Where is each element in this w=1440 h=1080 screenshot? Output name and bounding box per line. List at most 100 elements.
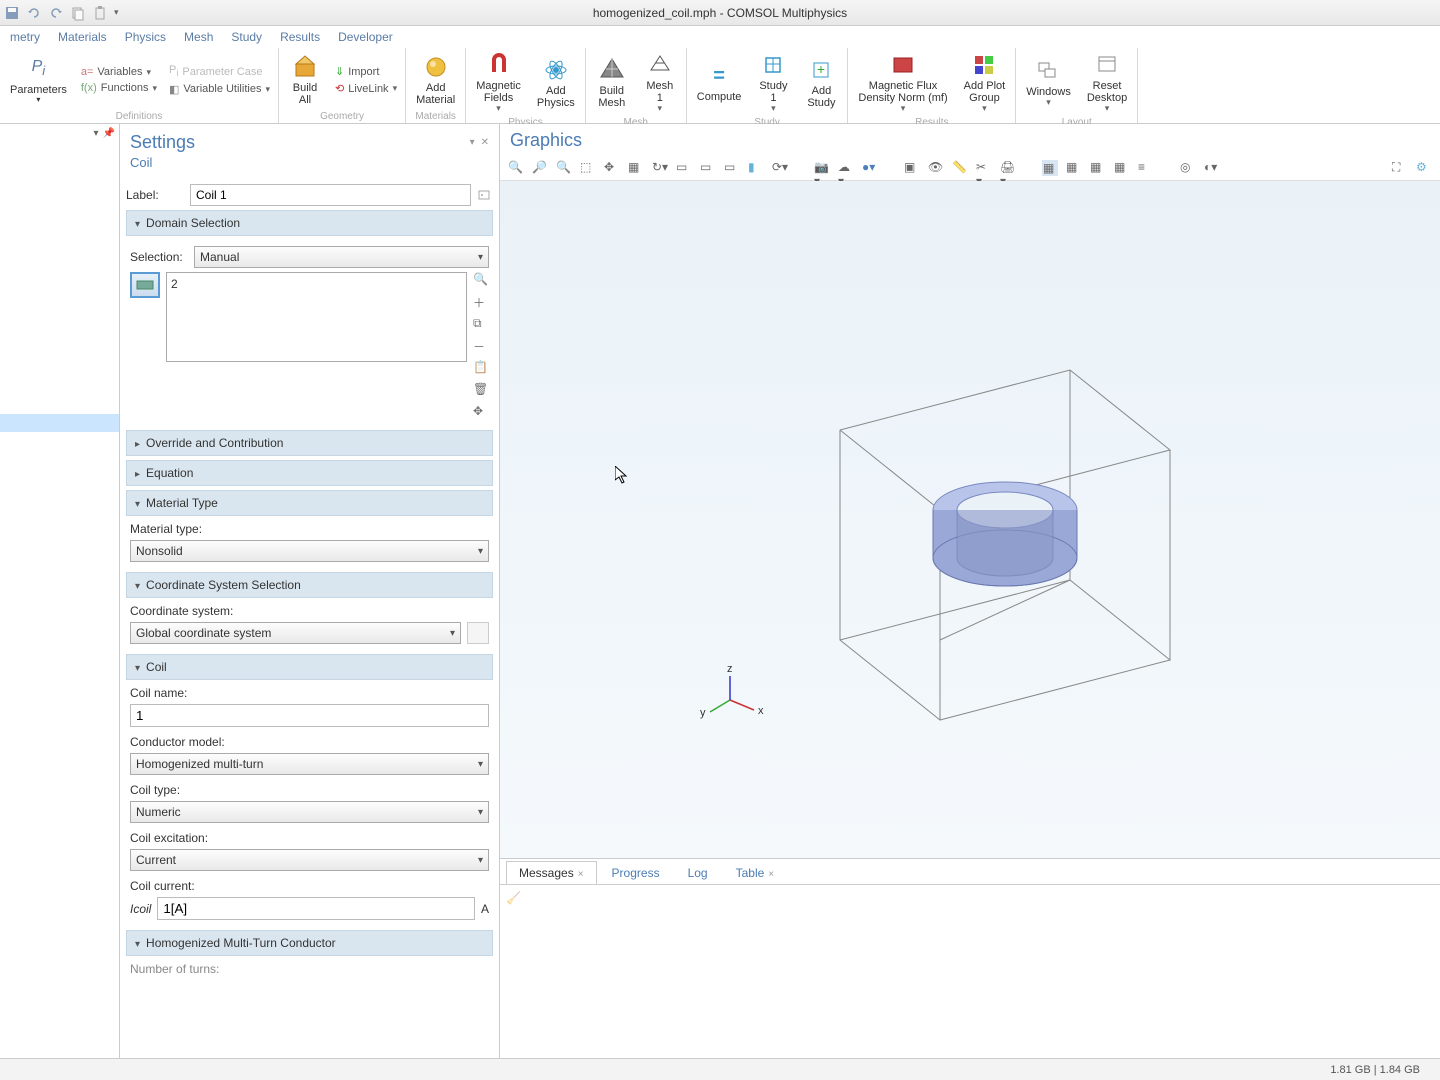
paste-icon[interactable] xyxy=(92,5,108,21)
coord-system-dropdown[interactable]: Global coordinate system xyxy=(130,622,461,644)
view-default-icon[interactable]: ▮ xyxy=(748,160,764,176)
coil-excitation-dropdown[interactable]: Current xyxy=(130,849,489,871)
add-selection-icon[interactable]: ＋ xyxy=(473,294,489,310)
label-tag-icon[interactable] xyxy=(477,187,493,203)
fullscreen-icon[interactable]: ⛶ xyxy=(1392,160,1408,176)
tab-progress[interactable]: Progress xyxy=(599,861,673,884)
material-type-dropdown[interactable]: Nonsolid xyxy=(130,540,489,562)
tab-log[interactable]: Log xyxy=(675,861,721,884)
reset-desktop-button[interactable]: Reset Desktop xyxy=(1081,50,1133,116)
mfdn-button[interactable]: Magnetic Flux Density Norm (mf) xyxy=(852,50,953,116)
redo-icon[interactable] xyxy=(48,5,64,21)
tree-selected-node[interactable] xyxy=(0,414,119,432)
grid-icon[interactable]: ▦ xyxy=(628,160,644,176)
messages-clear-icon[interactable]: 🧹 xyxy=(506,891,521,905)
save-icon[interactable] xyxy=(4,5,20,21)
pan-icon[interactable]: ✥ xyxy=(604,160,620,176)
selection-toggle-icon[interactable] xyxy=(130,272,160,298)
magnetic-fields-button[interactable]: Magnetic Fields xyxy=(470,50,527,116)
selection-dropdown[interactable]: Manual xyxy=(194,246,489,268)
copy-selection-icon[interactable]: ⧉ xyxy=(473,316,489,332)
tab-physics[interactable]: Physics xyxy=(125,30,166,44)
override-header[interactable]: Override and Contribution xyxy=(126,430,493,456)
clear-selection-icon[interactable]: 🗑 xyxy=(473,382,489,398)
hide-icon[interactable]: 👁 xyxy=(928,160,944,176)
rotate-reset-icon[interactable]: ⟳▾ xyxy=(772,160,788,176)
shading-icon[interactable]: ◐▾ xyxy=(1204,160,1220,176)
transparency-icon[interactable]: ●▾ xyxy=(862,160,878,176)
add-study-button[interactable]: + Add Study xyxy=(799,55,843,111)
tab-geometry[interactable]: metry xyxy=(10,30,40,44)
add-physics-button[interactable]: Add Physics xyxy=(531,55,581,111)
equation-header[interactable]: Equation xyxy=(126,460,493,486)
undo-icon[interactable] xyxy=(26,5,42,21)
coil-type-dropdown[interactable]: Numeric xyxy=(130,801,489,823)
coord-system-header[interactable]: Coordinate System Selection xyxy=(126,572,493,598)
zoom-in-icon[interactable]: 🔎 xyxy=(532,160,548,176)
import-button[interactable]: ⇓Import xyxy=(331,64,401,79)
add-material-button[interactable]: Add Material xyxy=(410,52,461,108)
tab-study[interactable]: Study xyxy=(231,30,262,44)
parameter-case-button[interactable]: PiParameter Case xyxy=(165,63,274,79)
tree-pin-icon[interactable]: 📌 xyxy=(103,128,115,139)
qat-dropdown[interactable]: ▾ xyxy=(114,7,119,18)
view-xy-icon[interactable]: ▭ xyxy=(676,160,692,176)
compute-button[interactable]: = Compute xyxy=(691,61,748,105)
settings-close-icon[interactable]: ✕ xyxy=(481,137,489,148)
measure-icon[interactable]: 📏 xyxy=(952,160,968,176)
coord-create-icon[interactable] xyxy=(467,622,489,644)
zoom-out-icon[interactable]: 🔍 xyxy=(556,160,572,176)
tab-results[interactable]: Results xyxy=(280,30,320,44)
functions-button[interactable]: f(x)Functions xyxy=(77,81,161,95)
livelink-button[interactable]: ⟲LiveLink xyxy=(331,81,401,96)
render-4-icon[interactable]: ▦ xyxy=(1114,160,1130,176)
render-2-icon[interactable]: ▦ xyxy=(1066,160,1082,176)
variable-utilities-button[interactable]: ◧Variable Utilities xyxy=(165,82,274,97)
tree-collapse-icon[interactable]: ▾ xyxy=(94,128,99,139)
scene-light-icon[interactable]: ☁▾ xyxy=(838,160,854,176)
hmt-header[interactable]: Homogenized Multi-Turn Conductor xyxy=(126,930,493,956)
render-3-icon[interactable]: ▦ xyxy=(1090,160,1106,176)
domain-listbox[interactable]: 2 xyxy=(166,272,467,362)
coil-name-input[interactable] xyxy=(130,704,489,727)
zoom-box-icon[interactable]: ⬚ xyxy=(580,160,596,176)
print-icon[interactable]: 🖨▾ xyxy=(1000,160,1016,176)
material-type-header[interactable]: Material Type xyxy=(126,490,493,516)
study-1-button[interactable]: Study 1 xyxy=(751,50,795,116)
paste-selection-icon[interactable]: 📋 xyxy=(473,360,489,376)
parameters-button[interactable]: Pi Parameters ▾ xyxy=(4,54,73,107)
tab-developer[interactable]: Developer xyxy=(338,30,393,44)
zoom-selection-icon[interactable]: 🔍 xyxy=(473,272,489,288)
tab-messages[interactable]: Messages× xyxy=(506,861,597,884)
clip-icon[interactable]: ✂▾ xyxy=(976,160,992,176)
remove-selection-icon[interactable]: － xyxy=(473,338,489,354)
graphics-viewport[interactable]: x y z xyxy=(500,181,1440,858)
tab-materials[interactable]: Materials xyxy=(58,30,107,44)
render-1-icon[interactable]: ▦ xyxy=(1042,160,1058,176)
build-all-button[interactable]: Build All xyxy=(283,52,327,108)
close-icon[interactable]: × xyxy=(768,869,774,880)
view-yz-icon[interactable]: ▭ xyxy=(700,160,716,176)
domain-selection-header[interactable]: Domain Selection xyxy=(126,210,493,236)
copy-icon[interactable] xyxy=(70,5,86,21)
label-input[interactable] xyxy=(190,184,471,206)
rotate-icon[interactable]: ↻▾ xyxy=(652,160,668,176)
add-plot-group-button[interactable]: Add Plot Group xyxy=(958,50,1012,116)
variables-button[interactable]: a=Variables xyxy=(77,65,161,79)
coil-current-input[interactable] xyxy=(157,897,475,920)
camera-icon[interactable]: 📷▾ xyxy=(814,160,830,176)
graphics-settings-icon[interactable]: ⚙ xyxy=(1416,160,1432,176)
zoom-extents-icon[interactable]: 🔍 xyxy=(508,160,524,176)
mesh-1-button[interactable]: Mesh 1 xyxy=(638,50,682,116)
domain-list-item[interactable]: 2 xyxy=(171,277,462,291)
move-selection-icon[interactable]: ✥ xyxy=(473,404,489,420)
wireframe-icon[interactable]: ◎ xyxy=(1180,160,1196,176)
view-xz-icon[interactable]: ▭ xyxy=(724,160,740,176)
model-builder-panel[interactable]: ▾ 📌 n (mf) xyxy=(0,124,120,1058)
conductor-model-dropdown[interactable]: Homogenized multi-turn xyxy=(130,753,489,775)
coil-header[interactable]: Coil xyxy=(126,654,493,680)
windows-button[interactable]: Windows xyxy=(1020,56,1077,110)
select-icon[interactable]: ▣ xyxy=(904,160,920,176)
tab-mesh[interactable]: Mesh xyxy=(184,30,213,44)
build-mesh-button[interactable]: Build Mesh xyxy=(590,55,634,111)
